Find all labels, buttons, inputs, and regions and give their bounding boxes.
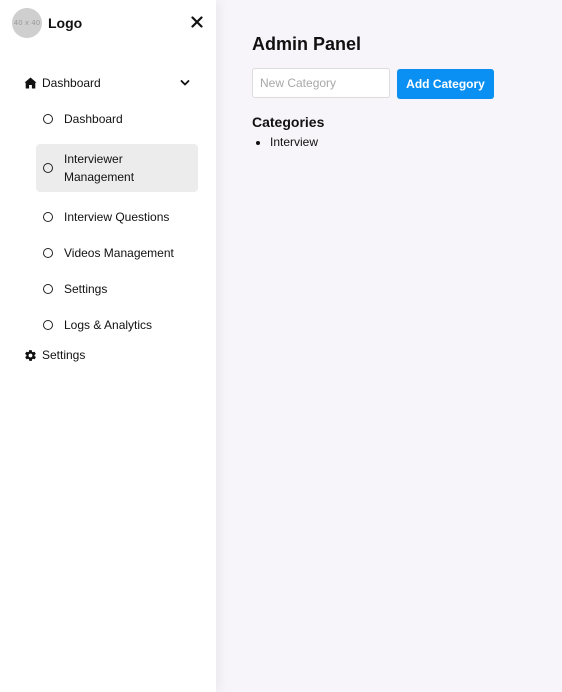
sidebar-item-logs-analytics[interactable]: Logs & Analytics (36, 314, 198, 336)
new-category-input[interactable] (252, 68, 390, 98)
circle-icon (43, 163, 53, 173)
circle-icon (43, 320, 53, 330)
main-content: Admin Panel Add Category Categories Inte… (216, 0, 562, 692)
circle-icon (43, 114, 53, 124)
sidebar-item-label: Settings (64, 282, 108, 296)
sidebar-item-interviewer-management[interactable]: Interviewer Management (36, 144, 198, 192)
sidebar-item-dashboard[interactable]: Dashboard (36, 108, 198, 130)
list-item: Interview (270, 135, 318, 149)
circle-icon (43, 248, 53, 258)
sidebar-item-dashboard-group[interactable]: Dashboard (0, 72, 216, 94)
brand: 40 x 40 Logo (12, 8, 82, 38)
sidebar-item-label: Interview Questions (64, 210, 170, 224)
app-root: 40 x 40 Logo Dashboard Dashboard Intervi… (0, 0, 562, 692)
page-title: Admin Panel (252, 34, 362, 54)
gear-icon (25, 349, 36, 361)
chevron-down-icon[interactable] (180, 78, 190, 88)
categories-heading: Categories (252, 114, 325, 130)
sidebar-item-label: Dashboard (64, 112, 123, 126)
sidebar-item-label: Dashboard (42, 76, 101, 90)
sidebar-item-label: Videos Management (64, 246, 174, 260)
sidebar-item-settings-sub[interactable]: Settings (36, 278, 198, 300)
sidebar-item-interview-questions[interactable]: Interview Questions (36, 206, 198, 228)
close-sidebar-button[interactable] (189, 14, 205, 30)
logo-image: 40 x 40 (12, 8, 42, 38)
close-icon (191, 16, 203, 28)
circle-icon (43, 212, 53, 222)
sidebar-nav: Dashboard Dashboard Interviewer Manageme… (0, 72, 216, 350)
sidebar-item-label: Settings (42, 348, 86, 362)
sidebar-subnav: Dashboard Interviewer Management Intervi… (0, 108, 216, 336)
sidebar-item-label: Interviewer Management (64, 152, 135, 184)
sidebar: 40 x 40 Logo Dashboard Dashboard Intervi… (0, 0, 216, 692)
home-icon (24, 77, 37, 90)
circle-icon (43, 284, 53, 294)
sidebar-item-settings[interactable]: Settings (24, 348, 85, 362)
sidebar-item-videos-management[interactable]: Videos Management (36, 242, 198, 264)
add-category-button[interactable]: Add Category (397, 69, 494, 99)
logo-text: Logo (48, 15, 83, 31)
sidebar-item-label: Logs & Analytics (64, 318, 153, 332)
categories-list: Interview (252, 135, 318, 149)
